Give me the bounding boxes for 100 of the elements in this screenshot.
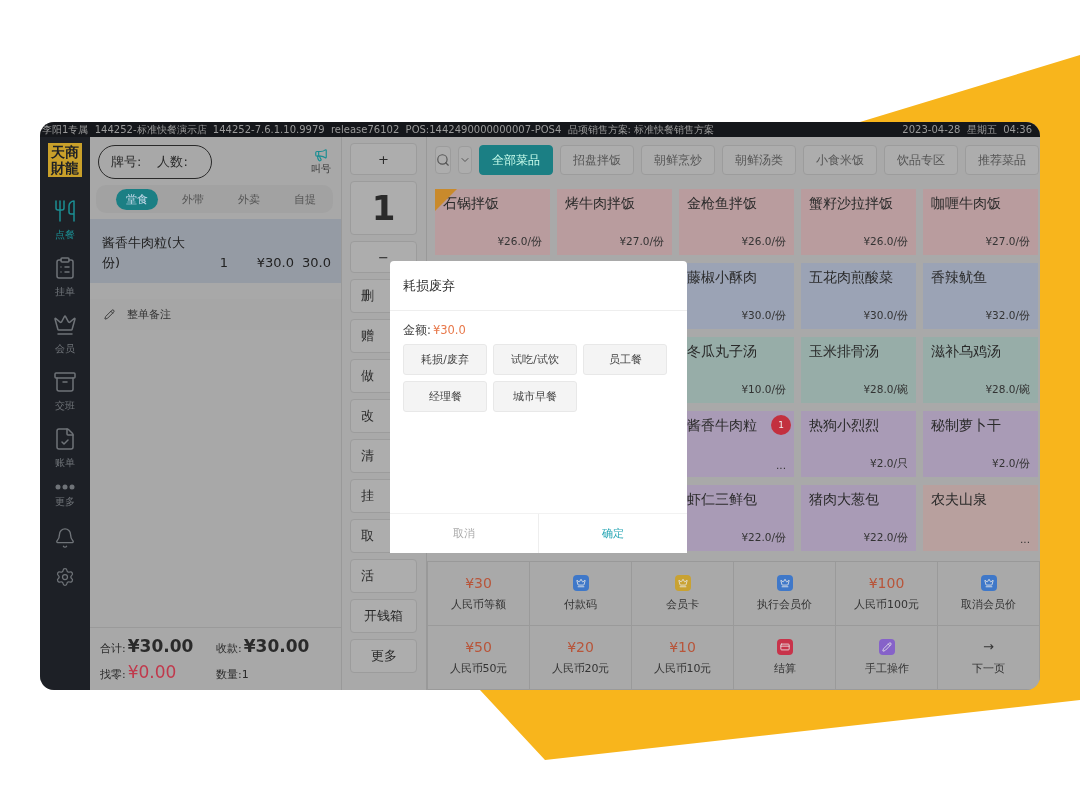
- payment-button[interactable]: ¥50 人民币50元: [428, 626, 530, 690]
- dish-card[interactable]: 烤牛肉拌饭 ¥27.0/份: [557, 189, 672, 255]
- payment-button[interactable]: ¥30 人民币等额: [428, 562, 530, 626]
- dish-name: 咖喱牛肉饭: [931, 195, 1001, 213]
- action-button[interactable]: +: [350, 143, 417, 175]
- payment-button[interactable]: 取消会员价: [938, 562, 1040, 626]
- settings-icon[interactable]: [55, 567, 75, 587]
- dish-card[interactable]: 农夫山泉 ...: [923, 485, 1038, 551]
- dish-price: ¥22.0/份: [740, 531, 786, 545]
- search-button[interactable]: [435, 146, 451, 174]
- dish-name: 香辣鱿鱼: [931, 269, 987, 287]
- category-tab[interactable]: 小食米饭: [803, 145, 877, 175]
- nav-item[interactable]: 挂单: [53, 256, 77, 299]
- category-tab[interactable]: 朝鲜烹炒: [641, 145, 715, 175]
- order-type-tab[interactable]: 堂食: [116, 188, 158, 210]
- payment-button[interactable]: 付款码: [530, 562, 632, 626]
- nav-item[interactable]: 账单: [53, 427, 77, 470]
- dish-name: 猪肉大葱包: [809, 491, 879, 509]
- nav-item[interactable]: 会员: [53, 313, 77, 356]
- nav-item[interactable]: 点餐: [53, 199, 77, 242]
- unit-price: ¥30.0: [255, 254, 294, 272]
- reason-option[interactable]: 员工餐: [583, 344, 667, 375]
- payment-button[interactable]: ¥10 人民币10元: [632, 626, 734, 690]
- crown-icon: [53, 313, 77, 337]
- dish-price: ¥32.0/份: [984, 309, 1030, 323]
- dish-name: 藤椒小酥肉: [687, 269, 757, 287]
- quantity-display[interactable]: 1: [350, 181, 417, 235]
- dish-card[interactable]: 蟹籽沙拉拌饭 ¥26.0/份: [801, 189, 916, 255]
- action-button[interactable]: 开钱箱: [350, 599, 417, 633]
- category-tab[interactable]: 朝鲜汤类: [722, 145, 796, 175]
- dish-card[interactable]: 五花肉煎酸菜 ¥30.0/份: [801, 263, 916, 329]
- payment-button[interactable]: 结算: [734, 626, 836, 690]
- bell-icon[interactable]: [54, 527, 76, 549]
- dish-name: 虾仁三鲜包: [687, 491, 757, 509]
- dish-price: ...: [775, 459, 786, 471]
- reason-option[interactable]: 试吃/试饮: [493, 344, 577, 375]
- dish-card[interactable]: 热狗小烈烈 ¥2.0/只: [801, 411, 916, 477]
- dish-name: 热狗小烈烈: [809, 417, 879, 435]
- utensils-icon: [53, 199, 77, 223]
- order-type-tab[interactable]: 自提: [284, 188, 326, 210]
- dish-card[interactable]: 香辣鱿鱼 ¥32.0/份: [923, 263, 1038, 329]
- dish-card[interactable]: 猪肉大葱包 ¥22.0/份: [801, 485, 916, 551]
- dish-name: 滋补乌鸡汤: [931, 343, 1001, 361]
- reason-option[interactable]: 经理餐: [403, 381, 487, 412]
- dish-card[interactable]: 玉米排骨汤 ¥28.0/碗: [801, 337, 916, 403]
- dish-price: ¥27.0/份: [984, 235, 1030, 249]
- dish-card[interactable]: 金枪鱼拌饭 ¥26.0/份: [679, 189, 794, 255]
- total-amount: ¥30.00: [127, 636, 194, 656]
- reason-option[interactable]: 城市早餐: [493, 381, 577, 412]
- confirm-button[interactable]: 确定: [538, 514, 687, 553]
- dish-price: ...: [1019, 533, 1030, 545]
- payment-button[interactable]: ¥100 人民币100元: [836, 562, 938, 626]
- dish-name: 蟹籽沙拉拌饭: [809, 195, 893, 213]
- quantity: 1: [218, 254, 228, 272]
- dish-name: 农夫山泉: [931, 491, 987, 509]
- category-tab[interactable]: 全部菜品: [479, 145, 553, 175]
- change-label: 找零:: [100, 667, 126, 682]
- cash-box-icon: [53, 370, 77, 394]
- dish-price: ¥30.0/份: [862, 309, 908, 323]
- dish-name: 酱香牛肉粒: [687, 417, 757, 435]
- payment-button[interactable]: 会员卡: [632, 562, 734, 626]
- dish-price: ¥26.0/份: [862, 235, 908, 249]
- payment-button[interactable]: 执行会员价: [734, 562, 836, 626]
- call-number-button[interactable]: 叫号: [311, 148, 331, 176]
- nav-item[interactable]: 更多: [55, 484, 75, 509]
- pencil-icon: [104, 309, 115, 320]
- search-icon: [436, 153, 450, 167]
- action-button[interactable]: 活: [350, 559, 417, 593]
- dish-card[interactable]: 滋补乌鸡汤 ¥28.0/碗: [923, 337, 1038, 403]
- nav-item[interactable]: 交班: [53, 370, 77, 413]
- bill-icon: [53, 427, 77, 451]
- dish-price: ¥22.0/份: [862, 531, 908, 545]
- date-time: 2023-04-28 星期五 04:36: [902, 123, 1032, 137]
- payment-button[interactable]: ¥20 人民币20元: [530, 626, 632, 690]
- dish-price: ¥27.0/份: [618, 235, 664, 249]
- received-amount: ¥30.00: [243, 636, 310, 656]
- megaphone-icon: [314, 148, 328, 162]
- reason-option[interactable]: 耗损/废弃: [403, 344, 487, 375]
- dish-name: 酱香牛肉粒(大份): [102, 234, 187, 272]
- category-tab[interactable]: 推荐菜品: [965, 145, 1039, 175]
- payment-button[interactable]: 手工操作: [836, 626, 938, 690]
- action-button[interactable]: 更多: [350, 639, 417, 673]
- dish-name: 金枪鱼拌饭: [687, 195, 757, 213]
- dish-price: ¥10.0/份: [740, 383, 786, 397]
- dish-price: ¥2.0/份: [991, 457, 1030, 471]
- dish-card[interactable]: 咖喱牛肉饭 ¥27.0/份: [923, 189, 1038, 255]
- dish-price: ¥28.0/碗: [984, 383, 1030, 397]
- dish-card[interactable]: 秘制萝卜干 ¥2.0/份: [923, 411, 1038, 477]
- order-type-tab[interactable]: 外带: [172, 188, 214, 210]
- logo: 天商財龍: [48, 143, 82, 177]
- received-label: 收款:: [216, 641, 242, 656]
- payment-button[interactable]: → 下一页: [938, 626, 1040, 690]
- dish-price: ¥26.0/份: [496, 235, 542, 249]
- category-tab[interactable]: 招盘拌饭: [560, 145, 634, 175]
- status-text: 李阳1专属 144252-标准快餐演示店 144252-7.6.1.10.9979 release76102 POS:1442490000000007-POS4 品项销售方案: 标准快餐销售方案: [42, 123, 715, 137]
- order-note-label: 整单备注: [127, 307, 171, 322]
- category-tab[interactable]: 饮品专区: [884, 145, 958, 175]
- dish-price: ¥26.0/份: [740, 235, 786, 249]
- dish-name: 玉米排骨汤: [809, 343, 879, 361]
- order-type-tab[interactable]: 外卖: [228, 188, 270, 210]
